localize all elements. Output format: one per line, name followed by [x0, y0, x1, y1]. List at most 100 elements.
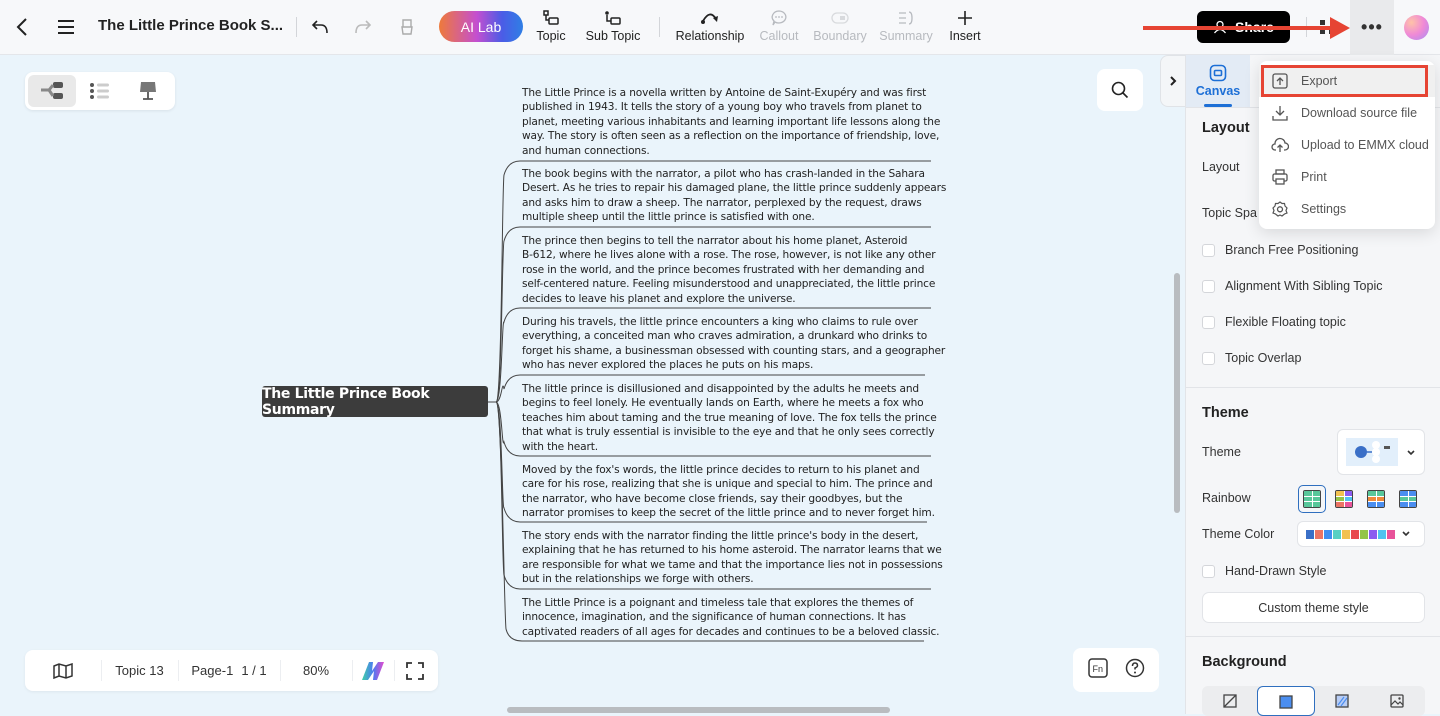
theme-color-swatch: [1306, 529, 1314, 539]
subtopic-node[interactable]: During his travels, the little prince en…: [522, 315, 945, 373]
solid-fill-icon: [1279, 695, 1293, 709]
topic-spacing-label: Topic Spa: [1202, 206, 1257, 220]
checkbox-label: Flexible Floating topic: [1225, 315, 1346, 329]
function-keys-button[interactable]: Fn: [1087, 657, 1108, 683]
hand-drawn-style-checkbox[interactable]: Hand-Drawn Style: [1202, 564, 1326, 578]
zoom-level[interactable]: 80%: [280, 650, 352, 691]
minimap-button[interactable]: [25, 650, 101, 691]
map-icon: [53, 662, 73, 679]
texture-icon: [1335, 694, 1349, 708]
flexible-floating-checkbox[interactable]: Flexible Floating topic: [1202, 315, 1346, 329]
page-count: 1 / 1: [241, 663, 267, 678]
page-indicator[interactable]: Page-1 1 / 1: [178, 650, 280, 691]
divider: [1186, 387, 1440, 388]
theme-color-swatch: [1369, 529, 1377, 539]
rainbow-option-1[interactable]: [1298, 485, 1326, 513]
custom-theme-style-button[interactable]: Custom theme style: [1202, 592, 1425, 623]
theme-label: Theme: [1202, 445, 1241, 459]
cloud-upload-icon: [1271, 137, 1289, 152]
rainbow-swatch-icon: [1399, 490, 1417, 508]
branch-free-positioning-checkbox[interactable]: Branch Free Positioning: [1202, 243, 1358, 257]
vertical-scrollbar[interactable]: [1174, 273, 1180, 513]
central-topic[interactable]: The Little Prince Book Summary: [262, 386, 488, 418]
subtopic-node[interactable]: The story ends with the narrator finding…: [522, 529, 943, 587]
export-highlight-annotation: [1261, 65, 1428, 97]
status-bar: Topic 13 Page-1 1 / 1 80%: [25, 650, 438, 691]
layout-label: Layout: [1202, 160, 1240, 174]
fullscreen-icon: [406, 661, 424, 680]
menu-item-settings[interactable]: Settings: [1259, 193, 1435, 225]
collapse-panel-button[interactable]: [1160, 55, 1185, 107]
subtopic-node[interactable]: The Little Prince is a novella written b…: [522, 86, 940, 158]
divider: [1186, 636, 1440, 637]
brand-logo-icon: [362, 661, 384, 680]
subtopic-node[interactable]: The book begins with the narrator, a pil…: [522, 167, 946, 225]
rainbow-swatch-icon: [1303, 490, 1321, 508]
user-avatar[interactable]: [1404, 15, 1429, 40]
settings-icon: [1272, 201, 1288, 217]
page-name: Page-1: [191, 663, 234, 678]
menu-item-label: Settings: [1301, 202, 1347, 216]
layout-section-title: Layout: [1202, 120, 1250, 136]
background-none-option[interactable]: [1202, 686, 1257, 716]
svg-text:Fn: Fn: [1092, 664, 1103, 674]
theme-dropdown[interactable]: [1337, 429, 1425, 475]
checkbox-box[interactable]: [1202, 315, 1215, 329]
printer-icon: [1272, 169, 1288, 185]
horizontal-scrollbar[interactable]: [507, 707, 890, 713]
tab-canvas-label: Canvas: [1195, 84, 1241, 98]
theme-color-swatch: [1333, 529, 1341, 539]
help-button[interactable]: [1125, 658, 1145, 683]
topic-overlap-checkbox[interactable]: Topic Overlap: [1202, 351, 1301, 365]
subtopic-node[interactable]: The prince then begins to tell the narra…: [522, 234, 936, 306]
checkbox-box[interactable]: [1202, 243, 1215, 257]
subtopic-node[interactable]: Moved by the fox's words, the little pri…: [522, 463, 935, 521]
background-color-option[interactable]: [1257, 686, 1315, 716]
help-toolbar: Fn: [1073, 648, 1159, 692]
rainbow-swatch-icon: [1367, 490, 1385, 508]
menu-item-print[interactable]: Print: [1259, 161, 1435, 193]
theme-color-swatch: [1324, 529, 1332, 539]
rainbow-option-2[interactable]: [1330, 485, 1358, 513]
chevron-right-icon: [1170, 76, 1177, 86]
subtopic-node[interactable]: The Little Prince is a poignant and time…: [522, 596, 940, 639]
brand-logo-button[interactable]: [352, 650, 394, 691]
theme-color-swatch: [1378, 529, 1386, 539]
background-texture-option[interactable]: [1315, 686, 1370, 716]
theme-color-swatch: [1315, 529, 1323, 539]
theme-color-dropdown[interactable]: [1297, 521, 1425, 547]
rainbow-option-3[interactable]: [1362, 485, 1390, 513]
theme-color-swatch: [1351, 529, 1359, 539]
menu-item-label: Download source file: [1301, 106, 1418, 120]
theme-color-label: Theme Color: [1202, 527, 1275, 541]
menu-item-upload-cloud[interactable]: Upload to EMMX cloud: [1259, 129, 1435, 161]
no-fill-icon: [1222, 694, 1237, 708]
canvas-icon: [1209, 64, 1227, 82]
background-image-option[interactable]: [1370, 686, 1425, 716]
subtopic-node[interactable]: The little prince is disillusioned and d…: [522, 382, 937, 454]
theme-section-title: Theme: [1202, 405, 1249, 421]
more-options-button[interactable]: •••: [1350, 0, 1394, 55]
menu-item-label: Upload to EMMX cloud: [1301, 138, 1429, 152]
checkbox-box[interactable]: [1202, 564, 1215, 578]
help-icon: [1125, 658, 1144, 677]
rainbow-label: Rainbow: [1202, 491, 1251, 505]
checkbox-label: Alignment With Sibling Topic: [1225, 279, 1383, 293]
theme-color-swatch: [1387, 529, 1395, 539]
background-options: [1202, 686, 1425, 716]
theme-preview-icon: [1346, 438, 1398, 466]
rainbow-option-4[interactable]: [1394, 485, 1422, 513]
theme-color-swatch: [1342, 529, 1350, 539]
checkbox-box[interactable]: [1202, 279, 1215, 293]
chevron-down-icon: [1402, 531, 1410, 537]
fullscreen-button[interactable]: [394, 650, 436, 691]
download-icon: [1272, 106, 1288, 121]
menu-item-label: Print: [1301, 170, 1327, 184]
alignment-sibling-checkbox[interactable]: Alignment With Sibling Topic: [1202, 279, 1382, 293]
rainbow-swatch-icon: [1335, 490, 1353, 508]
menu-item-download-source[interactable]: Download source file: [1259, 97, 1435, 129]
fn-icon: Fn: [1087, 657, 1108, 678]
checkbox-box[interactable]: [1202, 351, 1215, 365]
theme-color-swatch: [1360, 529, 1368, 539]
tab-canvas[interactable]: Canvas: [1186, 55, 1250, 107]
